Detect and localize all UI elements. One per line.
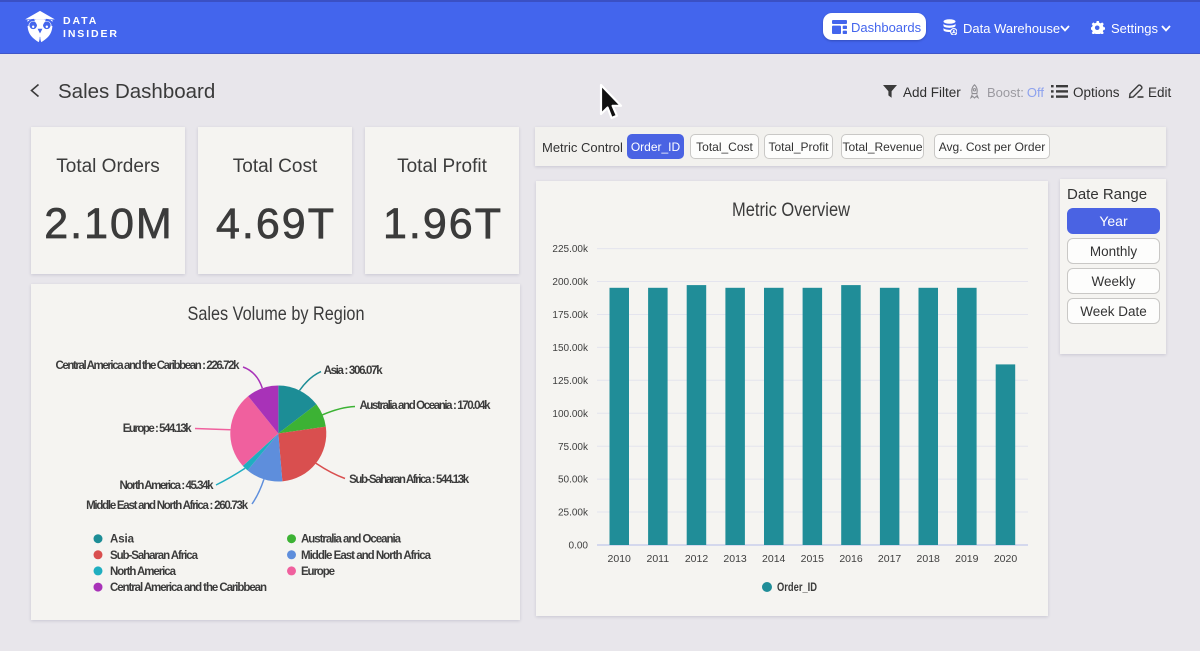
svg-text:Europe: Europe [301,566,335,578]
svg-text:2010: 2010 [608,553,632,565]
svg-text:Middle East and North Africa: Middle East and North Africa [301,550,432,562]
svg-text:2012: 2012 [685,553,709,565]
svg-text:150.00k: 150.00k [552,343,589,354]
svg-text:225.00k: 225.00k [552,244,589,255]
svg-text:Metric Overview: Metric Overview [732,199,851,221]
svg-text:25.00k: 25.00k [558,508,589,519]
svg-text:Australia and Oceania: Australia and Oceania [301,534,402,546]
svg-text:2018: 2018 [917,553,941,565]
svg-text:Sub-Saharan Africa: Sub-Saharan Africa [110,550,199,562]
svg-text:50.00k: 50.00k [558,475,589,486]
svg-text:2017: 2017 [878,553,902,565]
svg-text:2016: 2016 [839,553,863,565]
svg-text:0.00: 0.00 [569,541,589,552]
svg-text:Asia: Asia [110,534,135,546]
svg-text:200.00k: 200.00k [552,277,589,288]
svg-text:Order_ID: Order_ID [777,582,817,594]
svg-text:North America: North America [110,566,177,578]
svg-text:2011: 2011 [647,553,670,565]
svg-text:2014: 2014 [762,553,786,565]
svg-text:2015: 2015 [801,553,825,565]
svg-text:100.00k: 100.00k [552,409,589,420]
svg-text:2019: 2019 [955,553,979,565]
svg-text:75.00k: 75.00k [558,442,589,453]
svg-text:175.00k: 175.00k [552,310,589,321]
svg-text:2020: 2020 [994,553,1018,565]
svg-text:2013: 2013 [723,553,747,565]
svg-text:Central America and the Caribb: Central America and the Caribbean [110,582,267,594]
svg-text:125.00k: 125.00k [552,376,589,387]
